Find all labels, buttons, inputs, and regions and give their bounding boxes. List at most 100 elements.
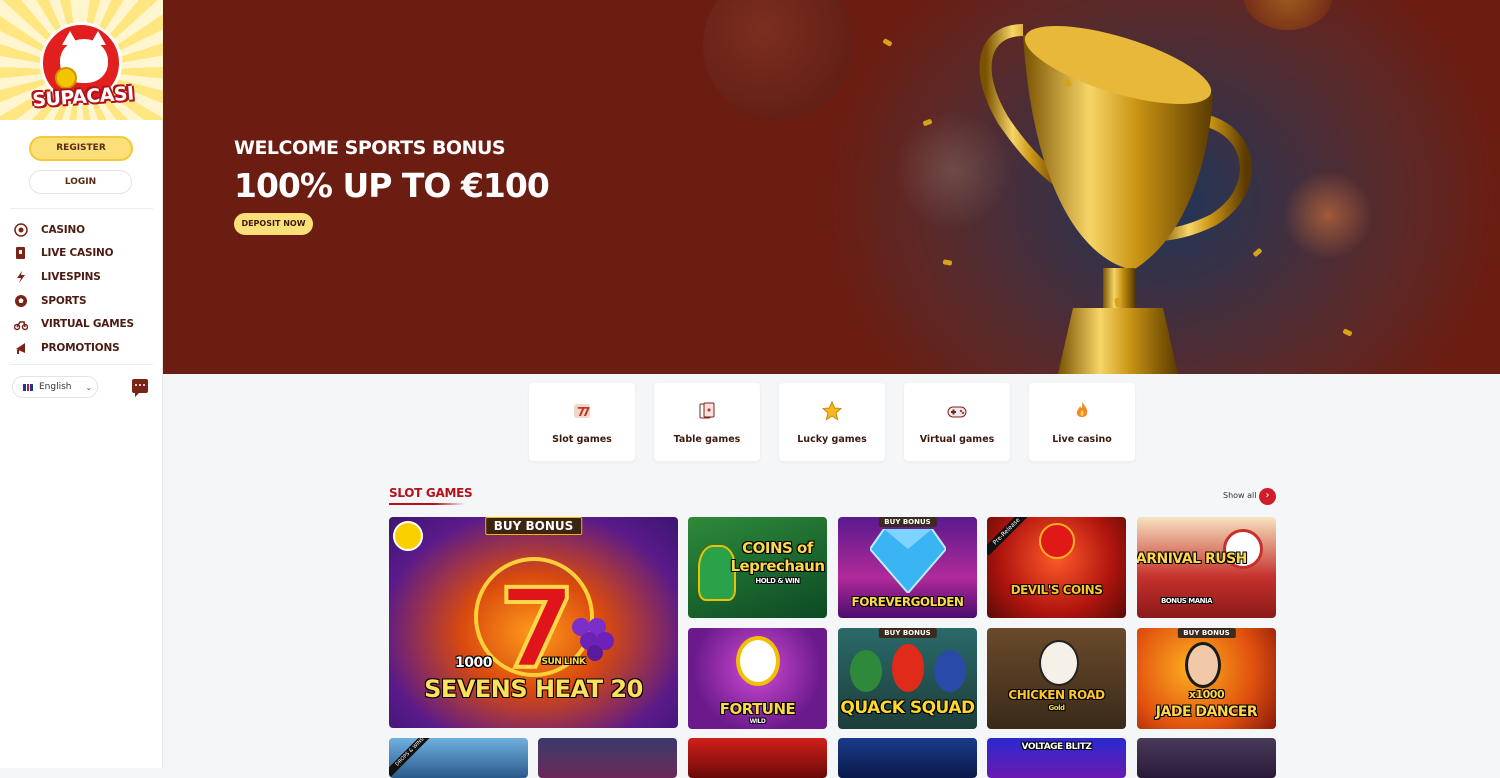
nav-label: PROMOTIONS [41, 341, 120, 354]
category-label: Lucky games [797, 434, 867, 445]
game-tile-forevergolden[interactable]: BUY BONUS FOREVERGOLDEN [838, 517, 977, 618]
duck-image [934, 650, 966, 692]
game-subtitle: Gold [1048, 704, 1065, 712]
category-label: Slot games [552, 434, 612, 445]
hero-banner: WELCOME SPORTS BONUS 100% UP TO €100 DEP… [163, 0, 1500, 374]
show-all-link[interactable]: Show all [1223, 491, 1256, 500]
game-tile-quack-squad[interactable]: BUY BONUS QUACK SQUAD [838, 628, 977, 729]
category-label: Live casino [1052, 434, 1112, 445]
buy-bonus-badge: BUY BONUS [484, 517, 583, 535]
login-button[interactable]: LOGIN [29, 170, 132, 194]
soccer-ball-icon [14, 294, 28, 308]
bolt-icon [14, 270, 28, 284]
section-underline [389, 503, 465, 505]
dancer-image [1185, 642, 1221, 688]
sidebar: SUPACASI REGISTER LOGIN CASINO LIVE CASI… [0, 0, 163, 768]
game-tile[interactable] [838, 738, 977, 778]
roulette-icon [14, 223, 28, 237]
game-tile-sevens-heat[interactable]: BUY BONUS 7 1000 SUN LINK SEVENS HEAT 20 [389, 517, 678, 728]
section-title-slot-games: SLOT GAMES [389, 486, 473, 500]
drops-wins-tag: DROPS & WINS [389, 738, 435, 777]
category-virtual-games[interactable]: Virtual games [904, 383, 1010, 461]
diamond-image [870, 529, 946, 593]
deposit-now-button[interactable]: DEPOSIT NOW [234, 213, 313, 235]
game-title: COINS of Leprechaun [730, 539, 825, 575]
register-button[interactable]: REGISTER [29, 136, 133, 161]
language-selector[interactable]: English ⌄ [12, 376, 98, 398]
nav-item-promotions[interactable]: PROMOTIONS [0, 336, 163, 360]
game-tile[interactable] [688, 738, 827, 778]
confetti [1342, 328, 1353, 337]
logo-text: SUPACASI [31, 82, 135, 112]
game-tile-coins-of-leprechaun[interactable]: COINS of Leprechaun HOLD & WIN [688, 517, 827, 618]
devil-image [1039, 523, 1075, 559]
confetti [942, 259, 953, 266]
nav-label: CASINO [41, 223, 85, 236]
game-tile-jade-dancer[interactable]: BUY BONUS x1000 JADE DANCER [1137, 628, 1276, 729]
nav-item-sports[interactable]: SPORTS [0, 289, 163, 313]
jester-image [736, 636, 780, 686]
game-title: QUACK SQUAD [840, 698, 975, 718]
buy-bonus-badge: BUY BONUS [1177, 628, 1236, 638]
game-tile[interactable] [538, 738, 677, 778]
divider [10, 208, 153, 209]
category-slot-games[interactable]: 77 Slot games [529, 383, 635, 461]
game-title: VOLTAGE BLITZ [1021, 742, 1092, 752]
logo[interactable]: SUPACASI [0, 0, 163, 120]
game-tile-chicken-road[interactable]: CHICKEN ROAD Gold [987, 628, 1126, 729]
game-tile[interactable] [1137, 738, 1276, 778]
divider [10, 364, 153, 365]
category-bar: 77 Slot games Table games Lucky games Vi… [528, 383, 1148, 463]
category-lucky-games[interactable]: Lucky games [779, 383, 885, 461]
cards-icon [14, 246, 28, 260]
category-label: Table games [673, 434, 741, 445]
grapes-image [572, 618, 614, 661]
trophy-image [979, 24, 1252, 374]
game-tile-voltage-blitz[interactable]: VOLTAGE BLITZ [987, 738, 1126, 778]
chevron-down-icon: ⌄ [85, 382, 93, 392]
game-title: FORTUNE [719, 700, 796, 718]
game-title: SEVENS HEAT 20 [424, 675, 643, 703]
nav-item-virtual-games[interactable]: VIRTUAL GAMES [0, 312, 163, 336]
chicken-image [1039, 640, 1079, 686]
nav-item-livespins[interactable]: LIVESPINS [0, 265, 163, 289]
nav-label: LIVESPINS [41, 270, 101, 283]
gamepad-icon [947, 401, 967, 421]
game-subtitle: WILD [749, 718, 766, 725]
star-icon [821, 400, 843, 421]
playing-cards-icon [697, 401, 717, 421]
game-subtitle: BONUS MANIA [1160, 597, 1213, 605]
game-tile-fortune[interactable]: FORTUNE WILD [688, 628, 827, 729]
nav-item-live-casino[interactable]: LIVE CASINO [0, 242, 163, 266]
duck-image [892, 644, 924, 692]
confetti [882, 38, 893, 47]
svg-text:7: 7 [582, 405, 590, 419]
game-title: FOREVERGOLDEN [851, 595, 964, 609]
game-tile-carnival-rush[interactable]: CARNIVAL RUSH BONUS MANIA [1137, 517, 1276, 618]
category-live-casino[interactable]: Live casino [1029, 383, 1135, 461]
duck-image [850, 650, 882, 692]
chat-icon[interactable] [132, 379, 148, 397]
banner-title: 100% UP TO €100 [234, 166, 550, 205]
game-subtitle: SUN LINK [541, 657, 586, 667]
language-label: English [39, 382, 72, 392]
motorbike-icon [14, 317, 28, 331]
megaphone-icon [14, 341, 28, 355]
game-tile[interactable]: DROPS & WINS [389, 738, 528, 778]
game-tile-devils-coins[interactable]: Pre-Release DEVIL'S COINS [987, 517, 1126, 618]
buy-bonus-badge: BUY BONUS [878, 628, 937, 638]
buy-bonus-badge: BUY BONUS [878, 517, 937, 527]
pre-release-tag: Pre-Release [987, 517, 1031, 556]
nav-label: VIRTUAL GAMES [41, 318, 134, 331]
chevron-right-icon[interactable]: › [1259, 488, 1276, 505]
category-table-games[interactable]: Table games [654, 383, 760, 461]
uk-flag-icon [23, 383, 33, 391]
game-title: DEVIL'S COINS [1010, 583, 1103, 597]
game-subtitle: HOLD & WIN [755, 577, 800, 585]
nav-item-casino[interactable]: CASINO [0, 218, 163, 242]
slot-seven-icon: 77 [572, 401, 592, 421]
banner-subtitle: WELCOME SPORTS BONUS [234, 137, 506, 159]
nav-label: SPORTS [41, 294, 87, 307]
game-title: CARNIVAL RUSH [1137, 551, 1247, 567]
game-title: JADE DANCER [1155, 704, 1258, 720]
